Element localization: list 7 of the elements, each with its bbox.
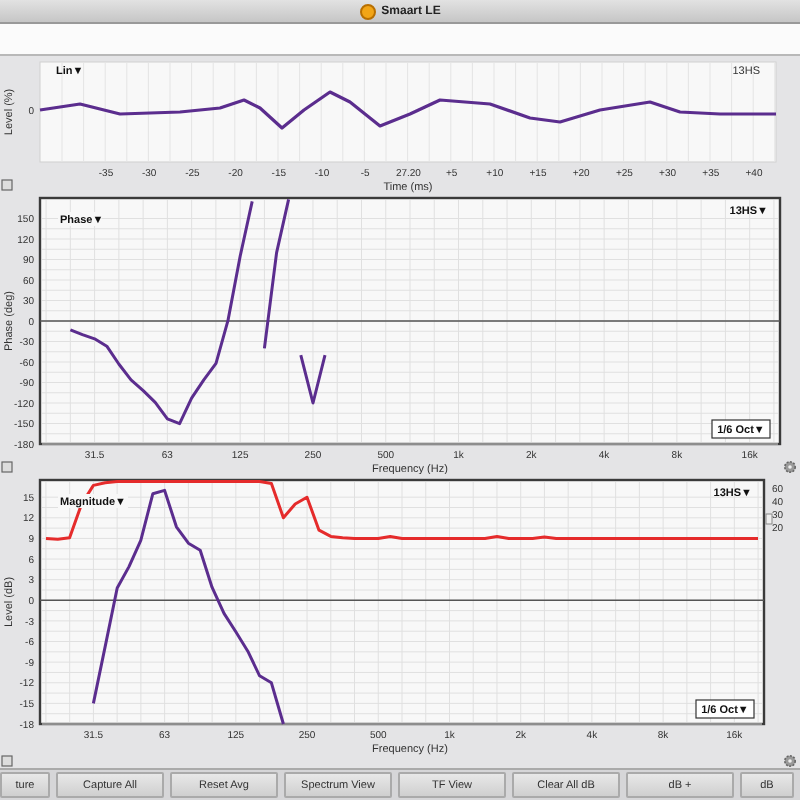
app-icon bbox=[359, 3, 376, 19]
expand-icon[interactable] bbox=[1, 179, 13, 191]
gear-icon[interactable] bbox=[784, 755, 796, 767]
expand-icon[interactable] bbox=[1, 755, 13, 767]
expand-icon[interactable] bbox=[1, 461, 13, 473]
gear-icon[interactable] bbox=[784, 461, 796, 473]
scale-marker-icon[interactable] bbox=[765, 513, 773, 525]
